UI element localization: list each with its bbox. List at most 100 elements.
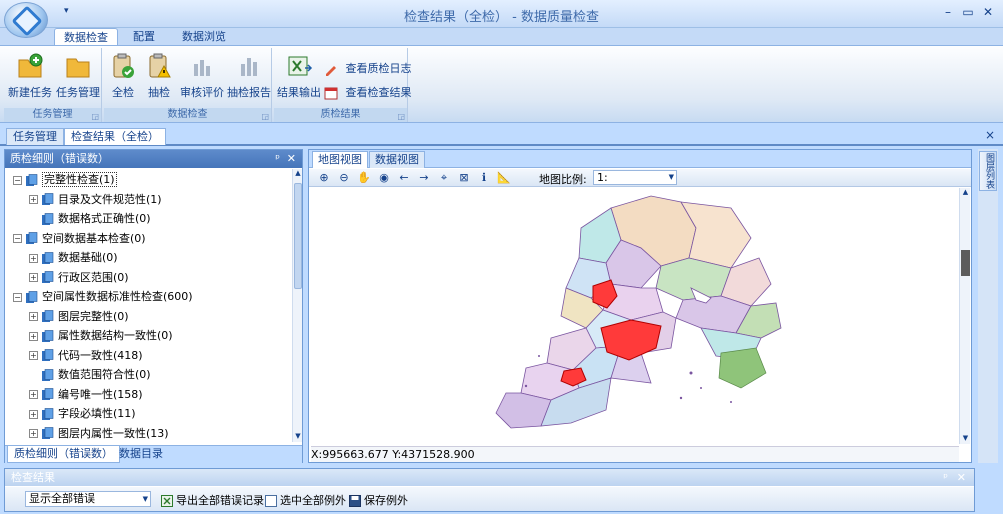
ribbon-tab-data-check[interactable]: 数据检查 — [54, 28, 118, 46]
ribbon-group-task: 新建任务 任务管理 任务管理 ◲ — [4, 48, 102, 122]
export-errors-label: 导出全部错误记录 — [176, 494, 264, 507]
tree-item[interactable]: − 完整性检查(1) — [13, 170, 117, 189]
view-result-button[interactable]: 查看检查结果 — [324, 84, 412, 100]
save-exceptions-label: 保存例外 — [364, 494, 408, 507]
group-launcher-icon[interactable]: ◲ — [261, 112, 269, 121]
scale-label: 地图比例: — [539, 173, 587, 186]
error-filter-select[interactable]: 显示全部错误 ▼ — [25, 491, 151, 507]
rule-tree-title: 质检细则（错误数） — [10, 152, 109, 165]
tree-item[interactable]: + 行政区范围(0) — [29, 268, 129, 287]
pin-icon[interactable]: ᵖ — [943, 469, 948, 486]
result-export-button[interactable]: 结果输出 — [276, 52, 322, 100]
expand-icon[interactable]: + — [29, 429, 38, 438]
expand-icon[interactable]: + — [29, 273, 38, 282]
scroll-thumb[interactable] — [961, 250, 970, 276]
view-log-button[interactable]: 查看质检日志 — [324, 60, 412, 76]
back-icon[interactable]: ← — [397, 171, 411, 185]
new-task-button[interactable]: 新建任务 — [8, 52, 52, 100]
coordinate-readout: X:995663.677 Y:4371528.900 — [311, 446, 959, 462]
scale-select[interactable]: 1: ▼ — [593, 170, 677, 185]
save-exceptions-button[interactable]: 保存例外 — [349, 492, 408, 508]
rule-tree-header: 质检细则（错误数） ᵖ ✕ — [5, 150, 302, 168]
close-button[interactable]: ✕ — [979, 5, 997, 21]
forward-icon[interactable]: → — [417, 171, 431, 185]
check-result-header: 检查结果 ᵖ ✕ — [5, 469, 974, 486]
audit-evaluate-button[interactable]: 审核评价 — [178, 52, 226, 100]
measure-icon[interactable]: 📐 — [497, 171, 511, 185]
group-launcher-icon[interactable]: ◲ — [397, 112, 405, 121]
tree-item[interactable]: + 数据基础(0) — [29, 248, 118, 267]
sample-check-button[interactable]: 抽检 — [142, 52, 176, 100]
task-manage-button[interactable]: 任务管理 — [56, 52, 100, 100]
minimize-button[interactable]: – — [939, 5, 957, 21]
doc-tab-check-result[interactable]: 检查结果（全检） — [64, 128, 166, 145]
group-launcher-icon[interactable]: ◲ — [91, 112, 99, 121]
scroll-down-icon[interactable]: ▼ — [293, 432, 303, 442]
zoom-in-icon[interactable]: ⊕ — [317, 171, 331, 185]
quick-access-dropdown-icon[interactable]: ▾ — [64, 6, 76, 20]
ribbon-tab-data-browse[interactable]: 数据浏览 — [172, 28, 236, 46]
scroll-thumb[interactable] — [294, 183, 302, 289]
close-document-icon[interactable]: × — [985, 128, 995, 142]
full-check-button[interactable]: 全检 — [106, 52, 140, 100]
restore-button[interactable]: ▭ — [959, 5, 977, 21]
expand-icon[interactable]: + — [29, 331, 38, 341]
expand-icon[interactable]: + — [29, 351, 38, 360]
select-all-exceptions-button[interactable]: 选中全部例外 — [265, 492, 346, 508]
expand-icon[interactable]: + — [29, 312, 38, 321]
tab-data-catalog[interactable]: 数据目录 — [113, 446, 169, 463]
close-panel-icon[interactable]: ✕ — [287, 150, 296, 168]
report-chart-icon — [241, 58, 257, 76]
map-scrollbar[interactable]: ▲ ▼ — [959, 188, 970, 444]
tree-item-label: 数值范围符合性(0) — [58, 368, 151, 381]
tree-item[interactable]: 数值范围符合性(0) — [29, 365, 151, 384]
tree-item[interactable]: + 目录及文件规范性(1) — [29, 190, 162, 209]
select-feature-icon[interactable]: ⌖ — [437, 171, 451, 185]
tree-item[interactable]: + 代码一致性(418) — [29, 346, 143, 365]
collapse-icon[interactable]: − — [13, 175, 22, 185]
rule-icon — [42, 251, 54, 264]
expand-icon[interactable]: + — [29, 409, 38, 419]
sample-report-button[interactable]: 抽检报告 — [226, 52, 272, 100]
tree-item[interactable]: + 字段必填性(11) — [29, 404, 136, 423]
identify-icon[interactable]: ℹ — [477, 171, 491, 185]
expand-icon[interactable]: + — [29, 390, 38, 399]
pan-icon[interactable]: ✋ — [357, 171, 371, 185]
tab-data-view[interactable]: 数据视图 — [369, 151, 425, 168]
tree-item-label: 字段必填性(11) — [58, 407, 136, 420]
full-extent-icon[interactable]: ◉ — [377, 171, 391, 185]
expand-icon[interactable]: + — [29, 253, 38, 263]
zoom-out-icon[interactable]: ⊖ — [337, 171, 351, 185]
tree-item[interactable]: + 图层内属性一致性(13) — [29, 424, 169, 443]
application-menu-button[interactable] — [4, 2, 48, 38]
map-canvas[interactable] — [311, 188, 959, 444]
clear-selection-icon[interactable]: ⊠ — [457, 171, 471, 185]
select-all-exceptions-label: 选中全部例外 — [280, 494, 346, 507]
tree-scrollbar[interactable]: ▲ ▼ — [292, 169, 302, 442]
tab-map-view[interactable]: 地图视图 — [312, 151, 368, 168]
tree-item[interactable]: − 空间数据基本检查(0) — [13, 229, 146, 248]
doc-tab-task-manage[interactable]: 任务管理 — [6, 128, 64, 145]
scroll-up-icon[interactable]: ▲ — [960, 188, 971, 198]
close-panel-icon[interactable]: ✕ — [957, 469, 966, 486]
excel-icon — [161, 495, 173, 507]
tree-item[interactable]: − 空间属性数据标准性检查(600) — [13, 287, 193, 306]
rule-icon — [26, 173, 38, 186]
tree-item[interactable]: + 编号唯一性(158) — [29, 385, 143, 404]
tab-rule-errors[interactable]: 质检细则（错误数） — [7, 446, 120, 463]
collapse-icon[interactable]: − — [13, 292, 22, 302]
scroll-down-icon[interactable]: ▼ — [960, 434, 971, 444]
ribbon: 新建任务 任务管理 任务管理 ◲ 全检 抽检 审核评价 抽检报告 数据检查 ◲ — [0, 45, 1003, 123]
ribbon-tab-config[interactable]: 配置 — [124, 28, 164, 46]
collapse-icon[interactable]: − — [13, 234, 22, 243]
scroll-up-icon[interactable]: ▲ — [293, 169, 303, 179]
save-icon — [349, 495, 361, 507]
tree-item-label: 目录及文件规范性(1) — [58, 192, 162, 206]
tree-item[interactable]: + 图层完整性(0) — [29, 307, 129, 326]
pin-icon[interactable]: ᵖ — [275, 150, 280, 168]
tree-item[interactable]: + 属性数据结构一致性(0) — [29, 326, 173, 345]
layer-list-tab[interactable]: 图层列表 — [979, 151, 997, 191]
tree-item[interactable]: 数据格式正确性(0) — [29, 209, 151, 228]
expand-icon[interactable]: + — [29, 195, 38, 204]
export-errors-button[interactable]: 导出全部错误记录 — [161, 492, 264, 508]
